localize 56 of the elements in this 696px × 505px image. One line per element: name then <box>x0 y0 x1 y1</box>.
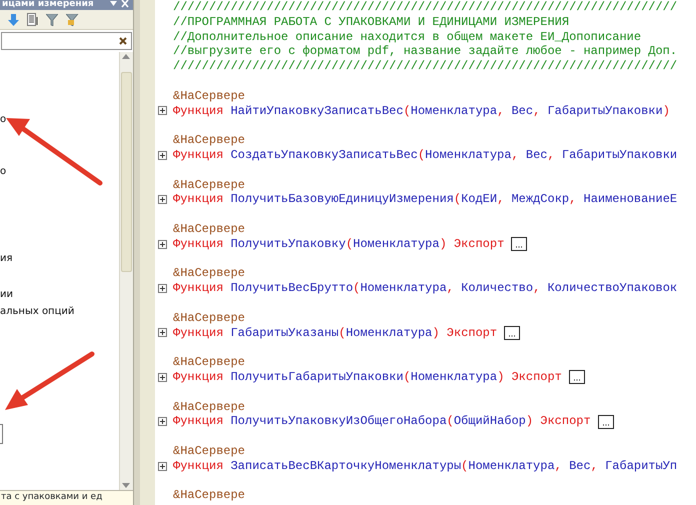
ellipsis-icon[interactable] <box>511 237 528 252</box>
clear-icon[interactable] <box>119 37 127 45</box>
list-item[interactable]: ии <box>0 286 119 303</box>
ellipsis-icon[interactable] <box>598 414 614 429</box>
code-line: Функция ПолучитьВесБрутто(Номенклатура, Количество, КоличествоУпаковок <box>173 281 678 296</box>
code-comment: ////////////////////////////////////////////////////////////////////// <box>173 59 678 74</box>
compiler-directive: &НаСервере <box>173 88 246 104</box>
expand-icon[interactable] <box>158 106 167 116</box>
close-icon[interactable] <box>121 0 129 8</box>
expand-icon[interactable] <box>158 462 167 471</box>
compiler-directive: &НаСервере <box>173 400 246 414</box>
expand-icon[interactable] <box>158 195 167 204</box>
expand-icon[interactable] <box>158 150 167 160</box>
code-line: Функция ЗаписатьВесВКарточкуНоменклатуры(Номенклатура, Вес, ГабаритыУп <box>173 458 678 474</box>
code-line: Функция ПолучитьГабаритыУпаковки(Номенклатура) Экспорт <box>173 370 562 385</box>
ellipsis-icon[interactable] <box>504 326 520 340</box>
scrollbar[interactable] <box>119 52 133 490</box>
scroll-up-icon[interactable] <box>120 52 132 62</box>
code-comment: //Дополнительное описание находится в общем макете ЕИ_Допописание <box>173 30 642 44</box>
list-item[interactable]: о <box>0 111 119 128</box>
code-comment: ////////////////////////////////////////////////////////////////////// <box>173 0 678 15</box>
field-edge <box>0 424 3 444</box>
compiler-directive: &НаСервере <box>173 178 246 192</box>
clear-filter-icon[interactable] <box>66 14 79 26</box>
compiler-directive: &НаСервере <box>173 355 246 370</box>
code-line: Функция НайтиУпаковкуЗаписатьВес(Номенклатура, Вес, ГабаритыУпаковки) <box>173 104 670 118</box>
list-item[interactable]: о <box>0 163 119 180</box>
expand-icon[interactable] <box>158 240 167 249</box>
list-item[interactable]: альных опций <box>0 303 119 320</box>
compiler-directive: &НаСервере <box>173 488 246 504</box>
code-comment: //ПРОГРАММНАЯ РАБОТА С УПАКОВКАМИ И ЕДИНИЦАМИ ИЗМЕРЕНИЯ <box>173 14 570 30</box>
panel-title: ицами измерения <box>2 0 94 10</box>
compiler-directive: &НаСервере <box>173 266 246 282</box>
ellipsis-icon[interactable] <box>568 370 585 384</box>
expand-icon[interactable] <box>158 372 167 382</box>
down-arrow-icon[interactable] <box>8 14 19 26</box>
compiler-directive: &НаСервере <box>173 222 246 237</box>
expand-icon[interactable] <box>158 284 167 294</box>
code-line: Функция ГабаритыУказаны(Номенклатура) Экспорт <box>173 326 498 340</box>
expand-icon[interactable] <box>158 417 167 426</box>
code-line: Функция ПолучитьБазовуюЕдиницуИзмерения(КодЕИ, МеждСокр, НаименованиеЕ <box>173 192 678 208</box>
code-comment: //выгрузите его с форматом pdf, название задайте любое - например Доп. <box>173 44 678 60</box>
filter-icon[interactable] <box>46 14 58 26</box>
scroll-thumb[interactable] <box>121 72 132 272</box>
list-item[interactable]: ия <box>0 250 119 267</box>
code-line: Функция ПолучитьУпаковкуИзОбщегоНабора(ОбщийНабор) Экспорт <box>173 414 591 430</box>
list-icon[interactable] <box>27 13 38 26</box>
code-line: Функция СоздатьУпаковкуЗаписатьВес(Номенклатура, Вес, ГабаритыУпаковки <box>173 148 678 163</box>
dropdown-icon[interactable] <box>110 0 117 8</box>
expand-icon[interactable] <box>158 328 167 338</box>
status-text: та с упаковками и ед <box>0 490 133 505</box>
compiler-directive: &НаСервере <box>173 133 246 148</box>
search-field[interactable] <box>1 32 132 50</box>
compiler-directive: &НаСервере <box>173 444 246 459</box>
compiler-directive: &НаСервере <box>173 310 246 326</box>
code-line: Функция ПолучитьУпаковку(Номенклатура) Экспорт <box>173 236 504 252</box>
